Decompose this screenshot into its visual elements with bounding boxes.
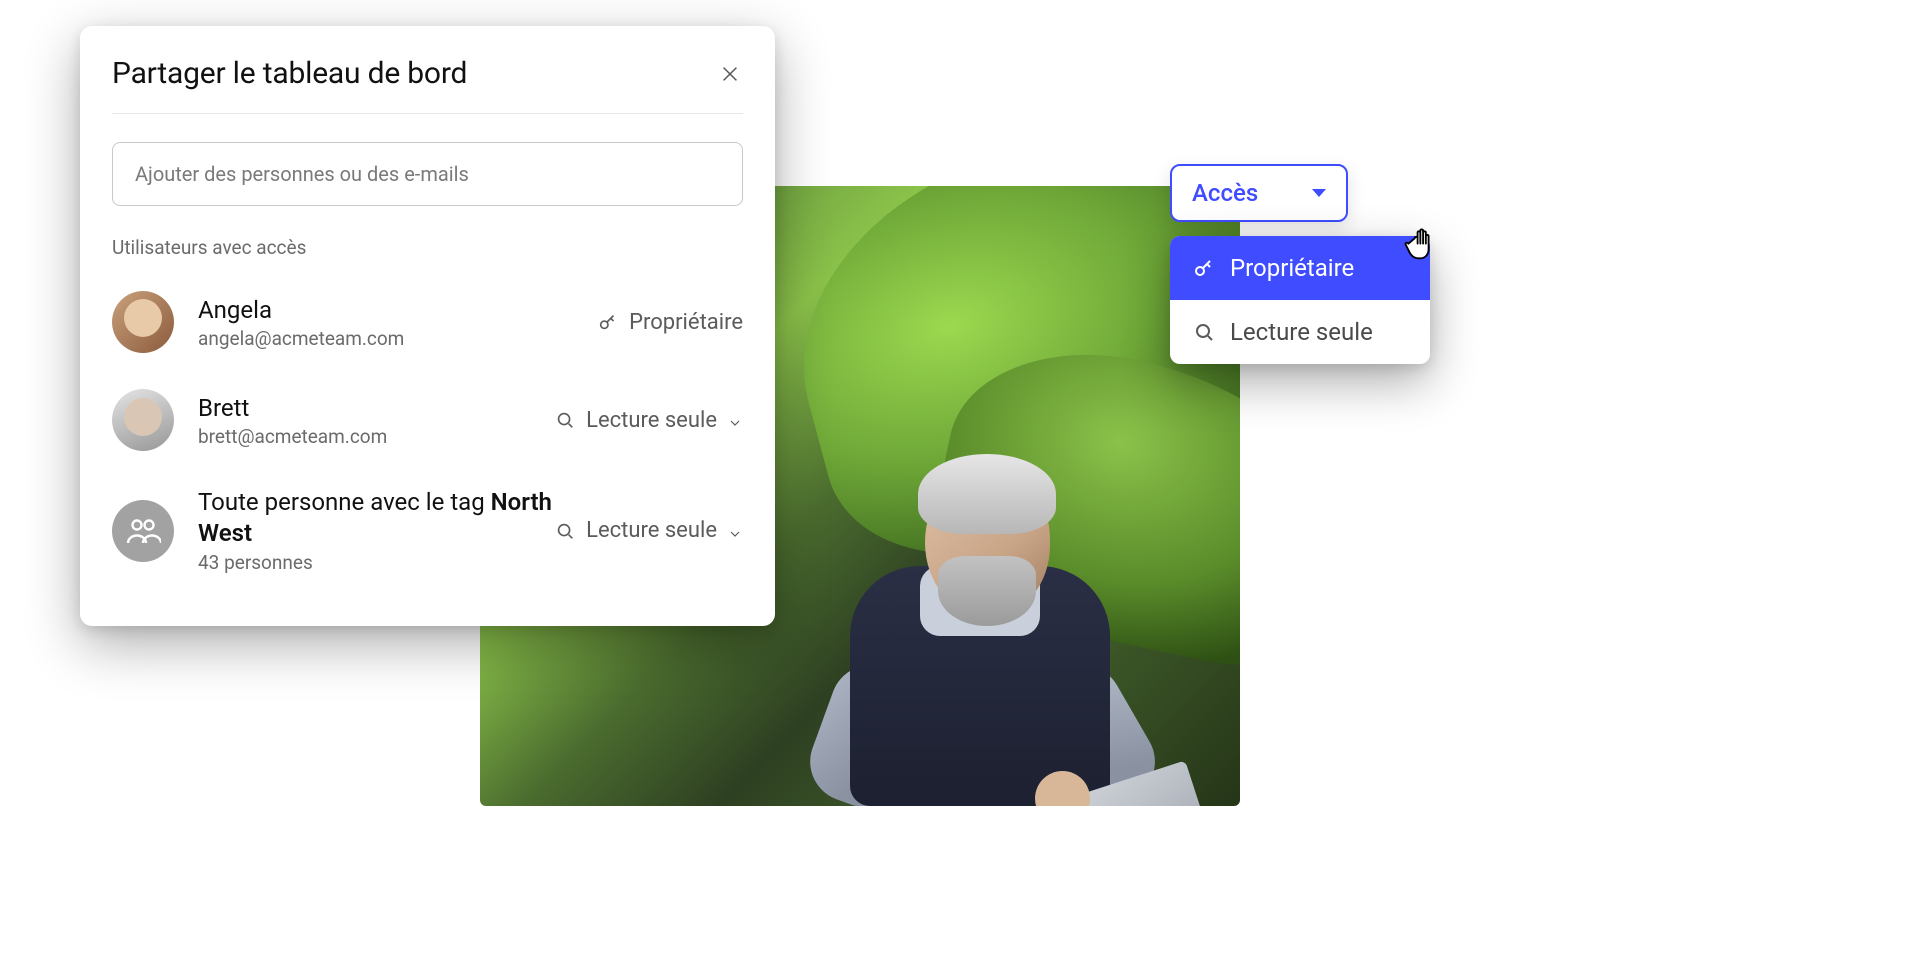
access-trigger-label: Accès (1192, 179, 1258, 207)
group-tag-line: Toute personne avec le tag North West (198, 487, 554, 549)
magnifier-icon (1192, 320, 1216, 344)
role-label: Lecture seule (586, 518, 717, 543)
close-button[interactable] (717, 61, 743, 87)
magnifier-icon (554, 409, 576, 431)
access-dropdown-trigger[interactable]: Accès (1170, 164, 1348, 222)
access-option-label: Propriétaire (1230, 254, 1354, 282)
magnifier-icon (554, 520, 576, 542)
people-icon (125, 513, 161, 549)
users-with-access-label: Utilisateurs avec accès (112, 236, 743, 259)
access-option-label: Lecture seule (1230, 318, 1373, 346)
user-email: angela@acmeteam.com (198, 327, 597, 350)
access-dropdown-menu: Propriétaire Lecture seule (1170, 236, 1430, 364)
role-label: Lecture seule (586, 408, 717, 433)
user-row: Brett brett@acmeteam.com Lecture seule (112, 371, 743, 469)
close-icon (719, 63, 741, 85)
add-people-input[interactable] (112, 142, 743, 206)
role-selector[interactable]: Lecture seule (554, 518, 743, 543)
user-row: Angela angela@acmeteam.com Propriétaire (112, 273, 743, 371)
access-option-read[interactable]: Lecture seule (1170, 300, 1430, 364)
avatar (112, 291, 174, 353)
group-row: Toute personne avec le tag North West 43… (112, 469, 743, 592)
role-label: Propriétaire (629, 310, 743, 335)
modal-title: Partager le tableau de bord (112, 56, 467, 91)
caret-down-icon (1312, 189, 1326, 197)
chevron-down-icon (727, 412, 743, 428)
avatar (112, 389, 174, 451)
access-option-owner[interactable]: Propriétaire (1170, 236, 1430, 300)
user-name: Brett (198, 393, 554, 423)
chevron-down-icon (727, 523, 743, 539)
role-selector[interactable]: Lecture seule (554, 408, 743, 433)
key-icon (597, 311, 619, 333)
share-dashboard-modal: Partager le tableau de bord Utilisateurs… (80, 26, 775, 626)
role-indicator-owner: Propriétaire (597, 310, 743, 335)
key-icon (1192, 256, 1216, 280)
group-avatar (112, 500, 174, 562)
user-email: brett@acmeteam.com (198, 425, 554, 448)
user-name: Angela (198, 295, 597, 325)
group-count: 43 personnes (198, 551, 554, 574)
